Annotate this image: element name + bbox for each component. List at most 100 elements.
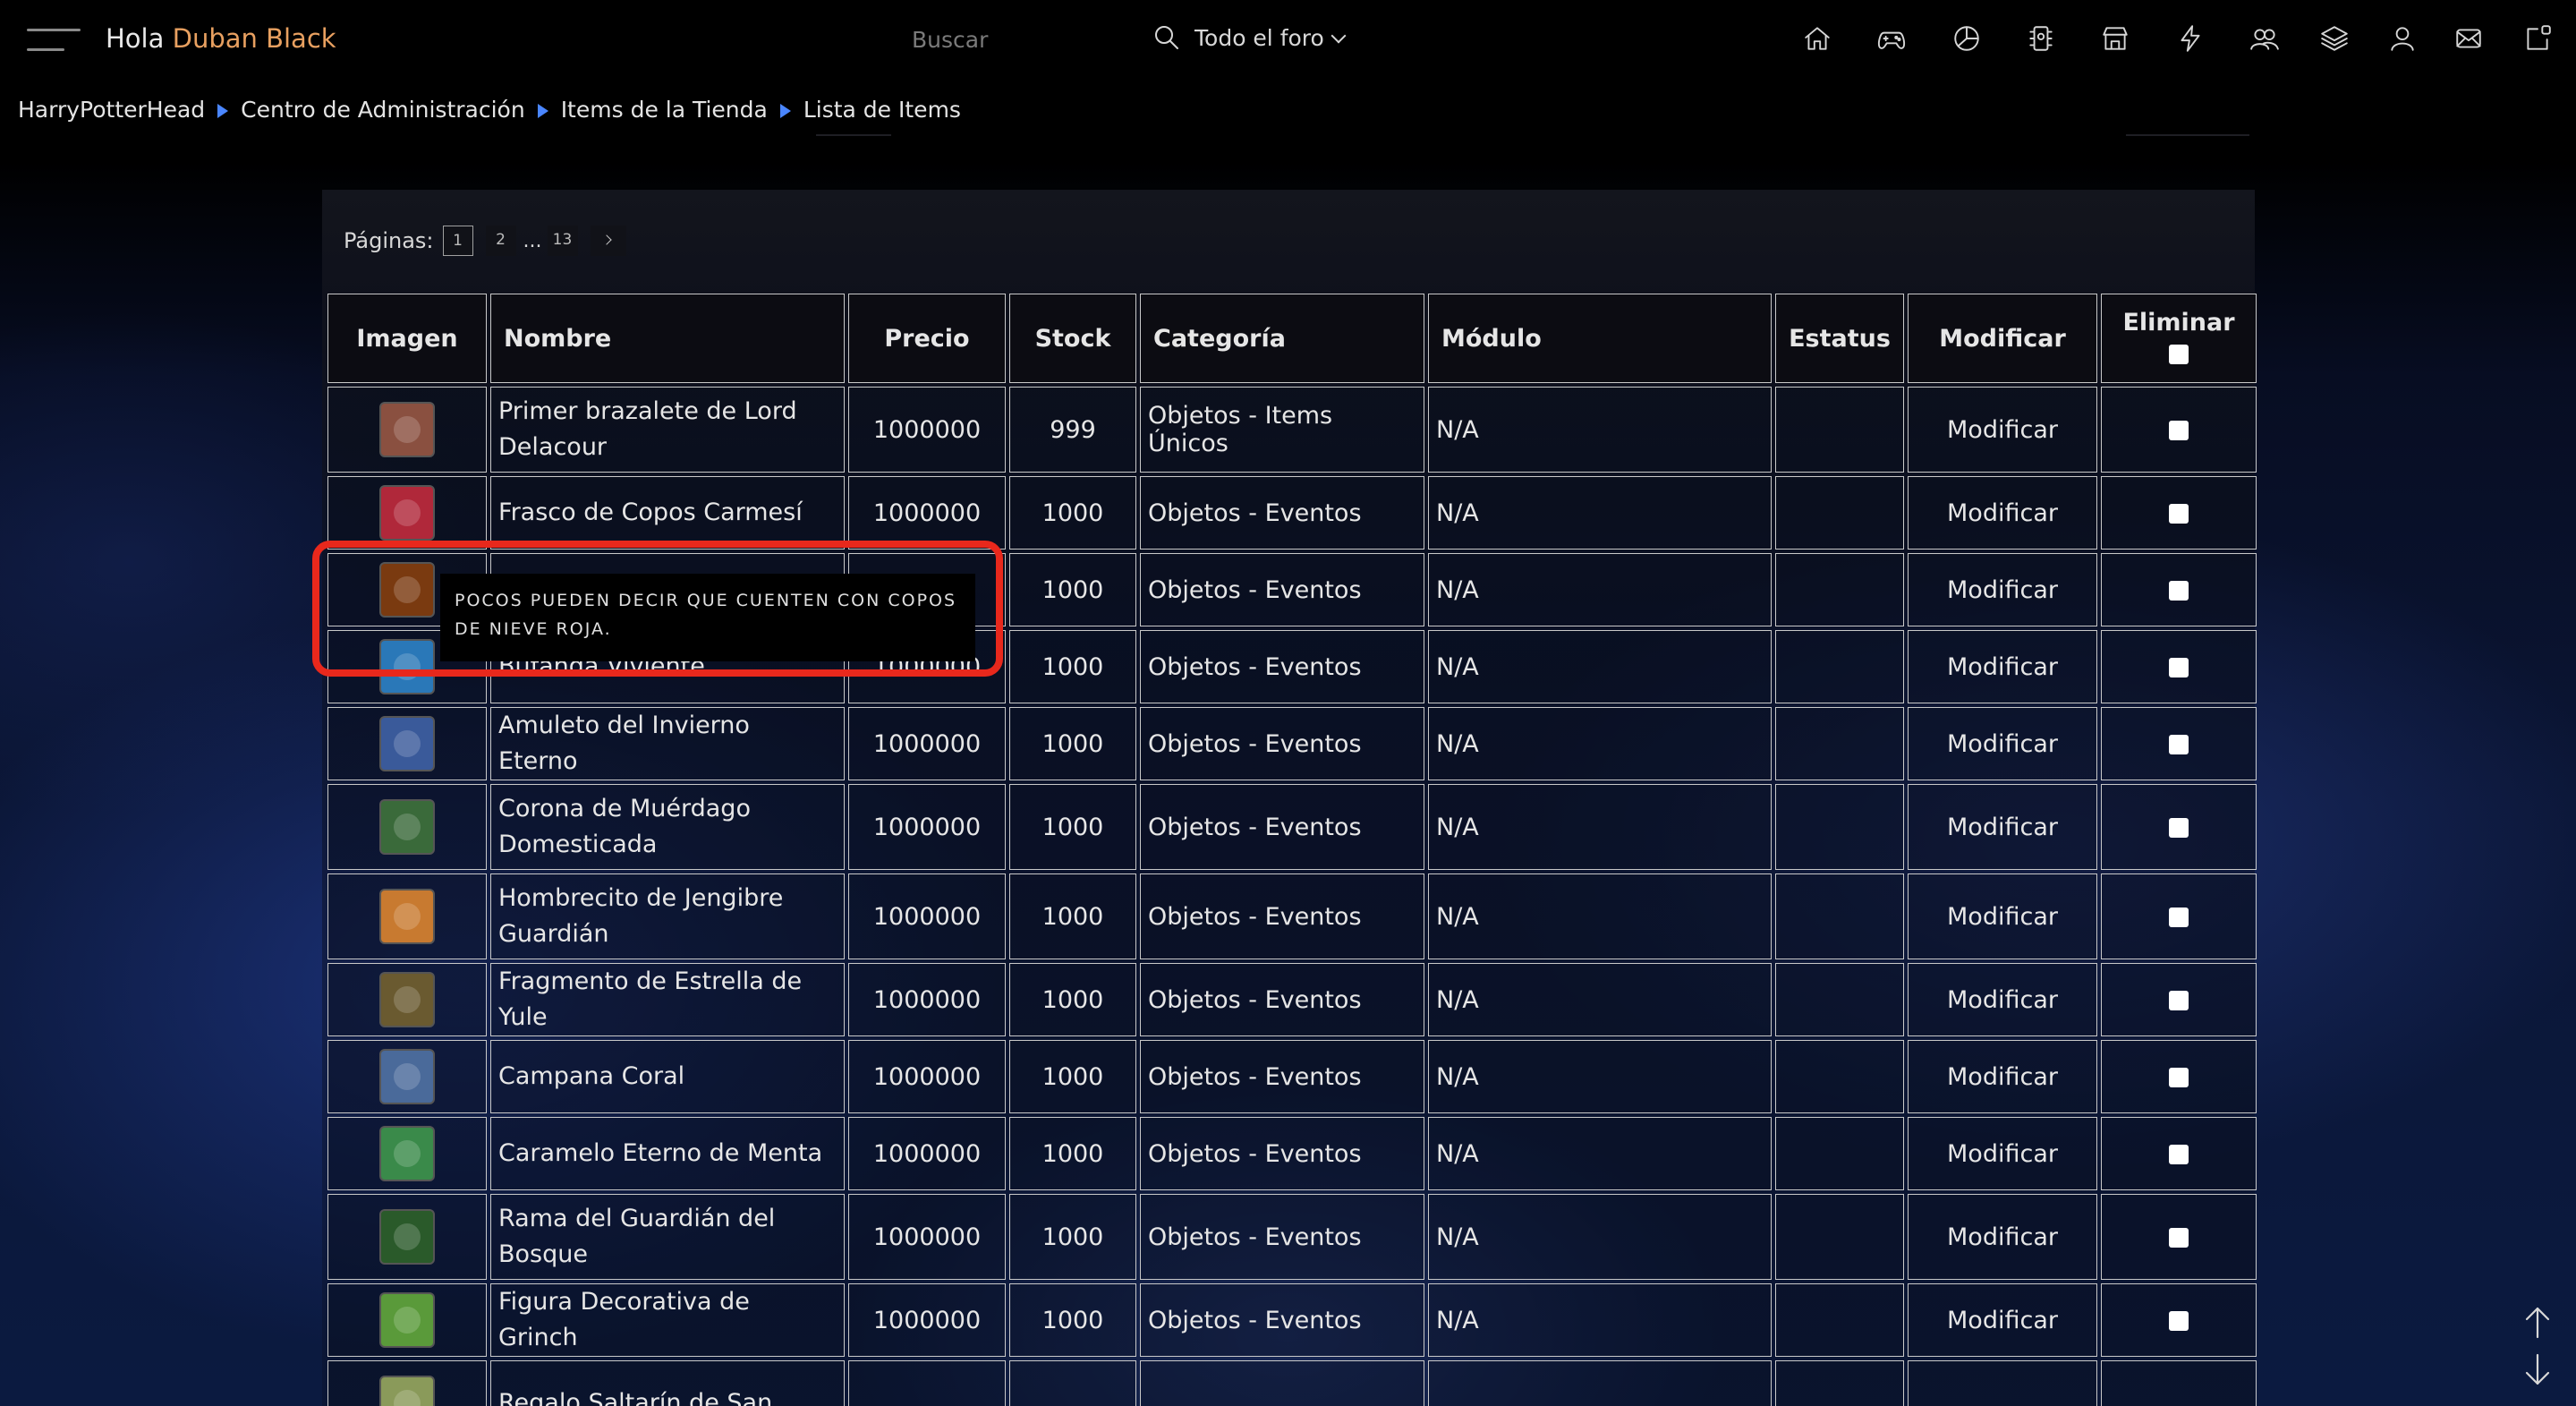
- modify-link[interactable]: Modificar: [1908, 707, 2097, 780]
- item-image-cell: [327, 1283, 487, 1357]
- item-name[interactable]: Frasco de Copos Carmesí: [490, 476, 845, 550]
- delete-checkbox[interactable]: [2169, 818, 2189, 838]
- delete-checkbox-cell: [2101, 387, 2257, 473]
- delete-checkbox[interactable]: [2169, 908, 2189, 927]
- modify-link[interactable]: Modificar: [1908, 387, 2097, 473]
- item-module: N/A: [1428, 387, 1772, 473]
- item-image-cell: [327, 387, 487, 473]
- delete-checkbox[interactable]: [2169, 1145, 2189, 1164]
- delete-checkbox[interactable]: [2169, 735, 2189, 754]
- item-module: N/A: [1428, 707, 1772, 780]
- layers-icon[interactable]: [2319, 23, 2350, 54]
- table-row: Caramelo Eterno de Menta 1000000 1000 Objet…: [327, 1117, 2257, 1190]
- divider: [2126, 134, 2249, 136]
- page-link-current[interactable]: 1: [442, 226, 473, 256]
- item-image-cell: [327, 1117, 487, 1190]
- item-name[interactable]: Fragmento de Estrella de Yule: [490, 963, 845, 1036]
- item-price: 1000000: [848, 387, 1006, 473]
- select-all-checkbox[interactable]: [2169, 344, 2189, 364]
- item-name[interactable]: Caramelo Eterno de Menta: [490, 1117, 845, 1190]
- item-category: Objetos - Eventos: [1140, 707, 1424, 780]
- delete-checkbox[interactable]: [2169, 1068, 2189, 1087]
- delete-checkbox-cell: [2101, 1117, 2257, 1190]
- modify-link[interactable]: Modificar: [1908, 1283, 2097, 1357]
- mail-icon[interactable]: [2453, 23, 2484, 54]
- table-row: Campana Coral 1000000 1000 Objetos - Evento…: [327, 1040, 2257, 1113]
- delete-checkbox[interactable]: [2169, 991, 2189, 1010]
- chevron-down-icon: [1331, 28, 1347, 44]
- item-category: Objetos - Eventos: [1140, 1117, 1424, 1190]
- item-name[interactable]: Amuleto del Invierno Eterno: [490, 707, 845, 780]
- notifications-icon[interactable]: [2522, 23, 2553, 54]
- delete-checkbox[interactable]: [2169, 421, 2189, 440]
- item-name[interactable]: Primer brazalete de Lord Delacour: [490, 387, 845, 473]
- item-thumbnail: [379, 485, 435, 541]
- modify-link[interactable]: Modificar: [1908, 553, 2097, 626]
- home-icon[interactable]: [1802, 23, 1832, 54]
- item-status: [1775, 784, 1904, 870]
- delete-checkbox-cell: [2101, 553, 2257, 626]
- breadcrumb-item-item-list[interactable]: Lista de Items: [803, 97, 961, 123]
- table-row: Regalo Saltarín de San: [327, 1360, 2257, 1406]
- item-name[interactable]: Regalo Saltarín de San: [490, 1360, 845, 1406]
- delete-checkbox[interactable]: [2169, 1311, 2189, 1331]
- users-icon[interactable]: [2249, 23, 2280, 54]
- modify-link[interactable]: Modificar: [1908, 963, 2097, 1036]
- item-name[interactable]: Figura Decorativa de Grinch: [490, 1283, 845, 1357]
- modify-link[interactable]: Modificar: [1908, 1040, 2097, 1113]
- username-link[interactable]: Duban Black: [173, 23, 336, 54]
- modify-link[interactable]: Modificar: [1908, 476, 2097, 550]
- modify-link[interactable]: Modificar: [1908, 873, 2097, 959]
- item-category: Objetos - Eventos: [1140, 630, 1424, 703]
- store-icon[interactable]: [2100, 23, 2130, 54]
- next-page-chevron-icon[interactable]: [590, 226, 626, 256]
- delete-checkbox[interactable]: [2169, 581, 2189, 601]
- item-name[interactable]: Hombrecito de Jengibre Guardián: [490, 873, 845, 959]
- scroll-to-bottom-arrow-icon[interactable]: [2521, 1351, 2554, 1387]
- breadcrumb-item-forum[interactable]: HarryPotterHead: [18, 97, 205, 123]
- user-profile-icon[interactable]: [2387, 23, 2418, 54]
- item-stock: 999: [1009, 387, 1136, 473]
- column-header-eliminar: Eliminar: [2101, 294, 2257, 383]
- hamburger-menu-icon[interactable]: [27, 27, 81, 54]
- search-input[interactable]: Buscar: [912, 27, 988, 53]
- item-status: [1775, 1283, 1904, 1357]
- item-stock: 1000: [1009, 1283, 1136, 1357]
- modify-link[interactable]: Modificar: [1908, 1117, 2097, 1190]
- item-category: Objetos - Eventos: [1140, 963, 1424, 1036]
- pie-chart-icon[interactable]: [1951, 23, 1982, 54]
- item-thumbnail: [379, 1126, 435, 1181]
- divider: [816, 134, 891, 136]
- breadcrumb-item-shop-items[interactable]: Items de la Tienda: [561, 97, 768, 123]
- item-stock: 1000: [1009, 630, 1136, 703]
- modify-link[interactable]: Modificar: [1908, 1194, 2097, 1280]
- page-link-last[interactable]: 13: [547, 226, 578, 256]
- item-name[interactable]: Corona de Muérdago Domesticada: [490, 784, 845, 870]
- item-module: N/A: [1428, 963, 1772, 1036]
- item-module: N/A: [1428, 476, 1772, 550]
- item-stock: 1000: [1009, 1117, 1136, 1190]
- search-icon[interactable]: [1152, 23, 1181, 52]
- delete-checkbox[interactable]: [2169, 1228, 2189, 1248]
- scroll-to-top-arrow-icon[interactable]: [2521, 1305, 2554, 1341]
- delete-checkbox[interactable]: [2169, 658, 2189, 677]
- search-scope-dropdown[interactable]: Todo el foro: [1194, 25, 1347, 51]
- column-header-nombre: Nombre: [490, 294, 845, 383]
- gamepad-icon[interactable]: [1876, 23, 1907, 54]
- delete-checkbox-cell: [2101, 476, 2257, 550]
- delete-checkbox-cell: [2101, 707, 2257, 780]
- lightning-icon[interactable]: [2175, 23, 2206, 54]
- modify-link[interactable]: Modificar: [1908, 784, 2097, 870]
- pagination: Páginas: 1 2 ... 13: [344, 226, 626, 256]
- item-name[interactable]: Rama del Guardián del Bosque: [490, 1194, 845, 1280]
- item-name[interactable]: Campana Coral: [490, 1040, 845, 1113]
- modify-link[interactable]: [1908, 1360, 2097, 1406]
- breadcrumb-item-admin[interactable]: Centro de Administración: [241, 97, 525, 123]
- delete-checkbox[interactable]: [2169, 504, 2189, 524]
- page-link[interactable]: 2: [485, 226, 516, 256]
- modify-link[interactable]: Modificar: [1908, 630, 2097, 703]
- item-thumbnail: [379, 1376, 435, 1406]
- item-thumbnail: [379, 716, 435, 771]
- item-price: 1000000: [848, 963, 1006, 1036]
- trophy-icon[interactable]: [2026, 23, 2056, 54]
